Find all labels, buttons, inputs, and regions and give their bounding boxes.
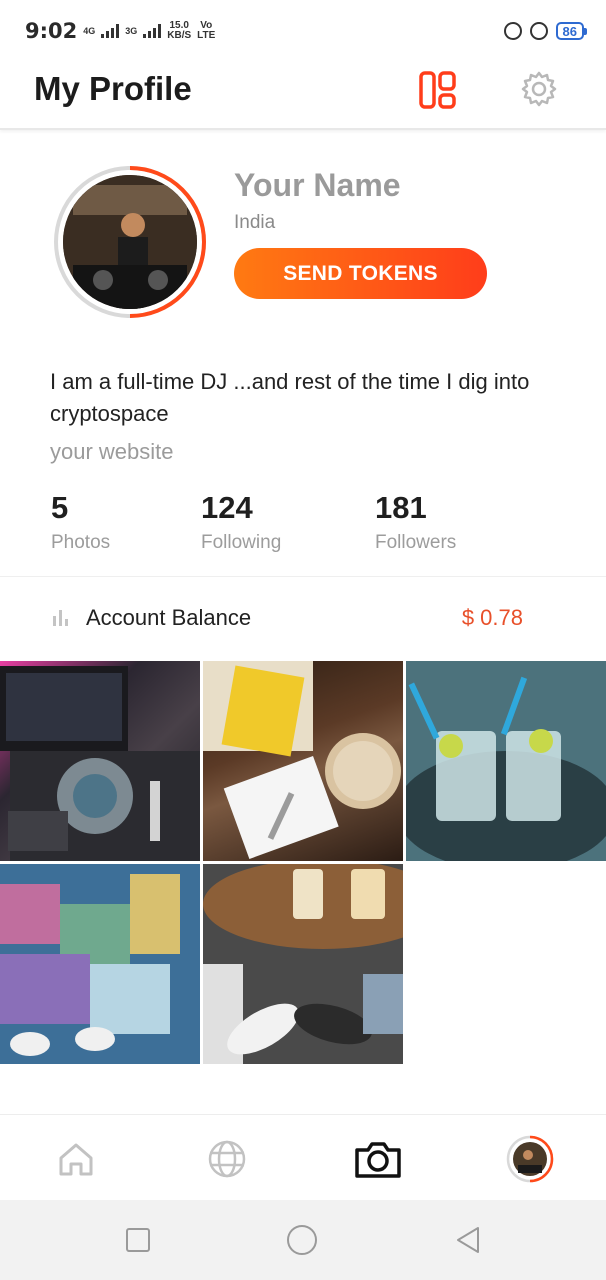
signal-bars-icon — [101, 24, 120, 38]
network-4g-label: 4G — [83, 25, 96, 36]
status-time: 9:02 — [25, 19, 78, 43]
grid-layout-button[interactable] — [418, 70, 458, 110]
system-navigation-bar — [0, 1200, 606, 1280]
photo-graphic — [203, 864, 403, 1064]
stat-following[interactable]: 124 Following — [201, 490, 281, 554]
globe-icon — [208, 1140, 246, 1178]
status-right: 86 — [503, 22, 588, 40]
grid-layout-icon — [419, 71, 456, 109]
stat-label: Photos — [51, 532, 111, 553]
speed-unit: KB/S — [167, 30, 192, 41]
system-home-button[interactable] — [286, 1224, 318, 1256]
profile-bio: I am a full-time DJ ...and rest of the t… — [50, 369, 530, 426]
stat-value: 5 — [51, 490, 69, 525]
dj-controller-photo[interactable] — [0, 661, 200, 861]
volte-bottom: LTE — [197, 30, 216, 41]
camera-icon — [355, 1142, 401, 1178]
app-header: My Profile — [0, 62, 606, 130]
status-left: 9:02 4G 3G 15.0 KB/S Vo LTE — [25, 19, 215, 43]
stat-value: 181 — [375, 490, 427, 525]
profile-name: Your Name — [234, 167, 401, 203]
stat-label: Followers — [375, 532, 457, 553]
recents-button[interactable] — [122, 1224, 154, 1256]
status-bar: 9:02 4G 3G 15.0 KB/S Vo LTE 86 — [0, 0, 606, 62]
nav-home[interactable] — [52, 1135, 100, 1183]
dj-photo-graphic — [63, 175, 197, 309]
profile-avatar[interactable] — [52, 164, 208, 320]
mojito-glasses-photo[interactable] — [406, 661, 606, 861]
stat-value: 124 — [201, 490, 253, 525]
nav-profile[interactable] — [506, 1135, 554, 1183]
page-title: My Profile — [34, 70, 192, 107]
stat-followers[interactable]: 181 Followers — [375, 490, 456, 554]
bar-chart-icon — [53, 610, 68, 626]
settings-button[interactable] — [518, 68, 560, 110]
network-3g-label: 3G — [125, 25, 138, 36]
home-icon — [59, 1143, 93, 1176]
back-triangle-icon — [457, 1227, 479, 1253]
signal-bars-icon — [143, 24, 162, 38]
network-speed: 15.0 KB/S — [167, 21, 191, 41]
profile-website-link[interactable]: your website — [50, 439, 174, 465]
drink-snack-photo[interactable] — [203, 661, 403, 861]
balance-label: Account Balance — [86, 605, 252, 630]
stat-label: Following — [201, 532, 282, 553]
alarm-icon — [529, 22, 548, 40]
volte-indicator: Vo LTE — [197, 21, 215, 41]
account-balance-row[interactable]: Account Balance $ 0.78 — [0, 576, 606, 658]
profile-country: India — [234, 212, 276, 233]
patchwork-chair-photo[interactable] — [0, 864, 200, 1064]
profile-avatar-icon — [506, 1135, 554, 1183]
balance-value: $ 0.78 — [461, 605, 523, 630]
recents-square-icon — [126, 1228, 150, 1252]
back-button[interactable] — [452, 1224, 484, 1256]
lock-rotation-icon — [503, 22, 522, 40]
nav-camera[interactable] — [354, 1135, 402, 1183]
send-tokens-button[interactable]: SEND TOKENS — [234, 248, 487, 299]
nav-explore[interactable] — [203, 1135, 251, 1183]
bottom-navigation — [0, 1114, 606, 1200]
photo-graphic — [0, 666, 200, 861]
shoes-table-photo[interactable] — [203, 864, 403, 1064]
photo-graphic — [203, 661, 401, 859]
avatar-photo — [63, 175, 197, 309]
gear-icon — [521, 71, 557, 107]
battery-indicator: 86 — [555, 22, 588, 40]
stat-photos[interactable]: 5 Photos — [51, 490, 110, 554]
photo-graphic — [0, 864, 200, 1064]
photo-graphic — [406, 661, 606, 861]
home-circle-icon — [287, 1225, 317, 1255]
